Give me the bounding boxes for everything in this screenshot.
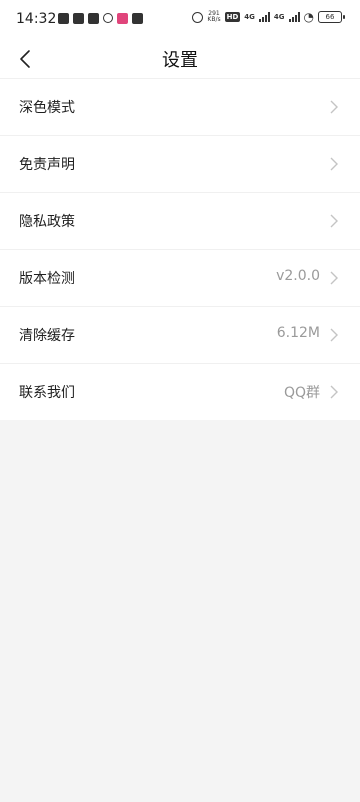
net-speed-unit: KB/s — [207, 16, 221, 23]
status-bar: 14:32 291 KB/s HD 4G 4G ◔ 66 — [0, 0, 360, 40]
menu-item-label: 深色模式 — [19, 100, 75, 116]
hd-icon: HD — [224, 12, 241, 22]
menu-item-value: QQ群 — [283, 385, 320, 401]
shield-icon — [58, 13, 69, 24]
status-time: 14:32 — [16, 11, 57, 27]
system-icons: 291 KB/s HD 4G 4G ◔ 66 — [192, 10, 345, 24]
menu-item-disclaimer[interactable]: 免责声明 — [0, 135, 360, 192]
network-type-b: 4G — [273, 13, 285, 21]
battery-icon: 66 — [318, 11, 345, 23]
weibo-icon — [103, 13, 113, 23]
menu-item-value: v2.0.0 — [276, 268, 320, 284]
menu-item-label: 清除缓存 — [19, 328, 75, 344]
alarm-icon — [192, 11, 204, 23]
chevron-right-icon — [330, 385, 338, 399]
app-icon — [88, 13, 99, 24]
menu-item-label: 免责声明 — [19, 157, 75, 173]
app-header: 设置 — [0, 40, 360, 78]
network-type-a: 4G — [244, 13, 255, 21]
settings-list: 深色模式 免责声明 隐私政策 版本检测 v2.0.0 清除缓存 6.12M 联系… — [0, 78, 360, 420]
chevron-right-icon — [330, 214, 338, 228]
chevron-right-icon — [330, 328, 338, 342]
notification-icons — [58, 13, 143, 24]
menu-item-label: 联系我们 — [19, 385, 75, 401]
menu-item-contact-us[interactable]: 联系我们 QQ群 — [0, 363, 360, 420]
chevron-right-icon — [330, 100, 338, 114]
menu-item-label: 版本检测 — [19, 271, 75, 287]
page-title: 设置 — [162, 50, 198, 71]
shop-icon — [117, 13, 128, 24]
signal-icon-2 — [288, 12, 300, 22]
chevron-right-icon — [330, 271, 338, 285]
menu-item-clear-cache[interactable]: 清除缓存 6.12M — [0, 306, 360, 363]
menu-item-value: 6.12M — [276, 325, 320, 341]
chevron-right-icon — [330, 157, 338, 171]
menu-item-dark-mode[interactable]: 深色模式 — [0, 78, 360, 135]
wifi-icon: ◔ — [303, 10, 314, 24]
menu-item-version-check[interactable]: 版本检测 v2.0.0 — [0, 249, 360, 306]
menu-item-privacy-policy[interactable]: 隐私政策 — [0, 192, 360, 249]
translate-icon — [132, 13, 143, 24]
signal-icon — [258, 12, 270, 22]
net-speed: 291 KB/s — [207, 11, 220, 23]
menu-item-label: 隐私政策 — [19, 214, 75, 230]
chat-icon — [73, 13, 84, 24]
battery-level: 66 — [325, 13, 335, 21]
